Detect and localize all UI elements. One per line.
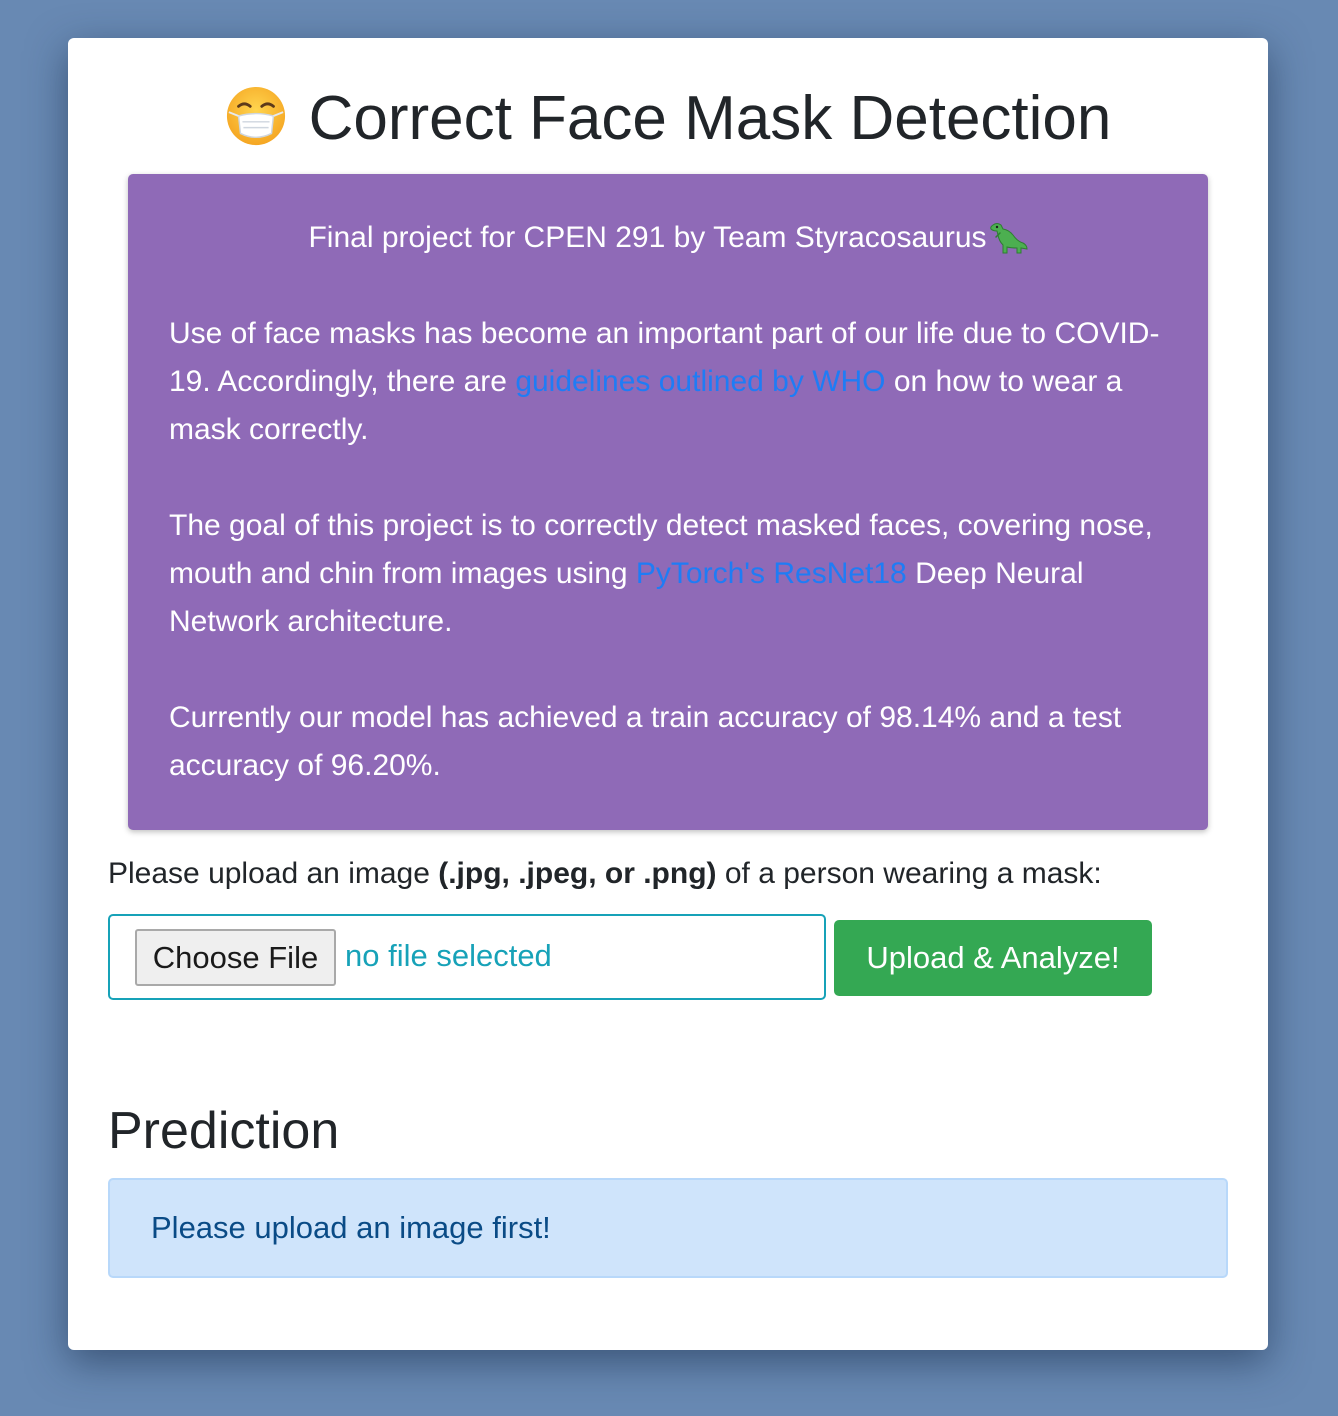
- choose-file-button[interactable]: Choose File: [135, 929, 336, 986]
- file-input[interactable]: Choose File no file selected: [108, 914, 826, 1000]
- project-info-box: Final project for CPEN 291 by Team Styra…: [128, 174, 1208, 830]
- upload-label-suffix: of a person wearing a mask:: [716, 857, 1102, 890]
- upload-label-formats: (.jpg, .jpeg, or .png): [438, 857, 717, 890]
- intro-paragraph: Use of face masks has become an importan…: [169, 310, 1168, 454]
- dinosaur-icon: [989, 223, 1028, 254]
- prediction-heading: Prediction: [108, 1102, 340, 1160]
- upload-instructions: Please upload an image (.jpg, .jpeg, or …: [108, 854, 1102, 894]
- accuracy-paragraph: Currently our model has achieved a train…: [169, 701, 1122, 782]
- face-with-medical-mask-icon: [226, 86, 285, 146]
- goal-paragraph: The goal of this project is to correctly…: [169, 502, 1168, 646]
- resnet18-link[interactable]: PyTorch's ResNet18: [636, 557, 907, 590]
- page-title: Correct Face Mask Detection: [308, 84, 1112, 153]
- upload-label-prefix: Please upload an image: [108, 857, 439, 890]
- main-card: Correct Face Mask Detection Final projec…: [68, 38, 1268, 1350]
- project-subtitle-text: Final project for CPEN 291 by Team Styra…: [308, 221, 987, 254]
- upload-analyze-button[interactable]: Upload & Analyze!: [834, 920, 1152, 996]
- file-status-text: no file selected: [345, 938, 552, 973]
- page-title-row: Correct Face Mask Detection: [68, 84, 1268, 154]
- project-subtitle: Final project for CPEN 291 by Team Styra…: [169, 214, 1168, 262]
- who-guidelines-link[interactable]: guidelines outlined by WHO: [515, 365, 885, 398]
- prediction-alert: Please upload an image first!: [108, 1178, 1228, 1278]
